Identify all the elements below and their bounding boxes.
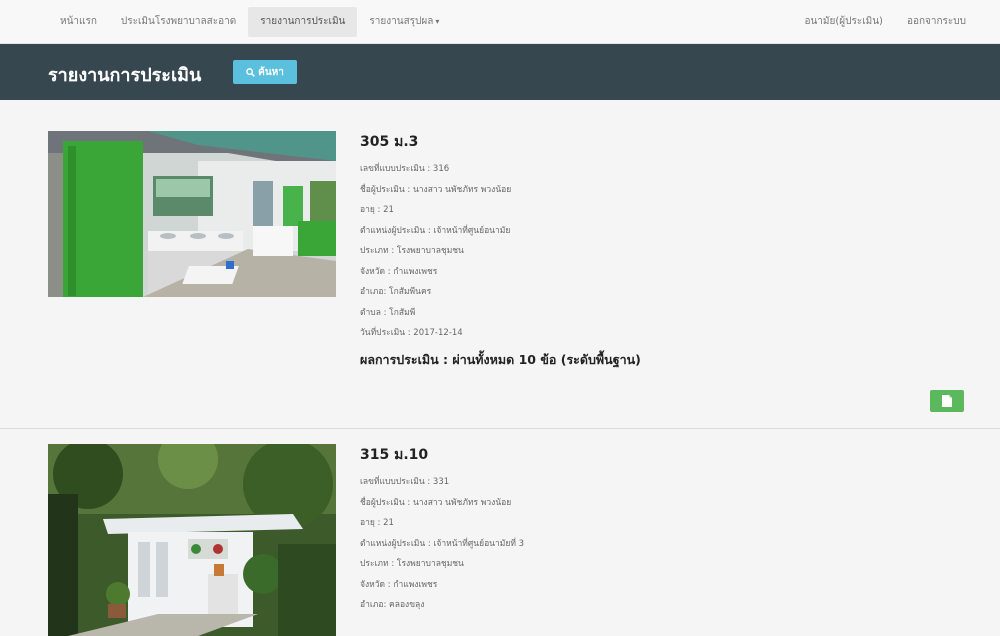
restroom-photo — [48, 444, 336, 636]
nav-summary-label: รายงานสรุปผล — [369, 16, 434, 27]
assessor-position: ตำแหน่งผู้ประเมิน : เจ้าหน้าที่ศูนย์อนาม… — [360, 538, 525, 549]
nav-home[interactable]: หน้าแรก — [48, 7, 109, 37]
nav-reports[interactable]: รายงานการประเมิน — [248, 7, 358, 37]
page-title: รายงานการประเมิน — [48, 65, 202, 86]
search-button-label: ค้นหา — [258, 66, 284, 78]
document-icon — [942, 395, 952, 407]
province: จังหวัด : กำแพงเพชร — [360, 266, 438, 277]
nav-left-group: หน้าแรก ประเมินโรงพยาบาลสะอาด รายงานการป… — [48, 0, 451, 44]
nav-assess[interactable]: ประเมินโรงพยาบาลสะอาด — [109, 7, 248, 37]
report-card: 315 ม.10 เลขที่แบบประเมิน : 331 ชื่อผู้ป… — [0, 429, 1000, 636]
province: จังหวัด : กำแพงเพชร — [360, 579, 438, 590]
assessor-position: ตำแหน่งผู้ประเมิน : เจ้าหน้าที่ศูนย์อนาม… — [360, 225, 511, 236]
facility-type: ประเภท : โรงพยาบาลชุมชน — [360, 559, 464, 569]
assessment-result: ผลการประเมิน : ผ่านทั้งหมด 10 ข้อ (ระดับ… — [360, 351, 641, 367]
district: อำเภอ: คลองขลุง — [360, 600, 425, 610]
search-icon — [246, 67, 255, 77]
top-navbar: หน้าแรก ประเมินโรงพยาบาลสะอาด รายงานการป… — [0, 0, 1000, 44]
page-header: รายงานการประเมิน ค้นหา — [0, 44, 1000, 100]
assessor-name: ชื่อผู้ประเมิน : นางสาว นพัชภัทร พวงน้อย — [360, 497, 512, 508]
assessor-age: อายุ : 21 — [360, 518, 394, 528]
assessor-name: ชื่อผู้ประเมิน : นางสาว นพัชภัทร พวงน้อย — [360, 184, 512, 195]
subdistrict: ตำบล : โกสัมพี — [360, 307, 416, 318]
nav-right-group: อนามัย(ผู้ประเมิน) ออกจากระบบ — [792, 0, 978, 44]
report-card: 305 ม.3 เลขที่แบบประเมิน : 316 ชื่อผู้ปร… — [0, 100, 1000, 428]
report-list: 305 ม.3 เลขที่แบบประเมิน : 316 ชื่อผู้ปร… — [0, 100, 1000, 636]
view-document-button[interactable] — [930, 390, 964, 412]
report-info: 315 ม.10 เลขที่แบบประเมิน : 331 ชื่อผู้ป… — [360, 444, 524, 616]
facility-type: ประเภท : โรงพยาบาลชุมชน — [360, 246, 464, 256]
nav-user[interactable]: อนามัย(ผู้ประเมิน) — [792, 7, 895, 37]
report-info: 305 ม.3 เลขที่แบบประเมิน : 316 ชื่อผู้ปร… — [360, 131, 641, 370]
restroom-photo — [48, 131, 336, 297]
caret-down-icon: ▾ — [435, 17, 440, 26]
nav-logout[interactable]: ออกจากระบบ — [895, 7, 978, 37]
search-button[interactable]: ค้นหา — [233, 60, 297, 84]
assessment-date: วันที่ประเมิน : 2017-12-14 — [360, 328, 463, 338]
form-number: เลขที่แบบประเมิน : 316 — [360, 164, 450, 174]
form-number: เลขที่แบบประเมิน : 331 — [360, 477, 450, 487]
district: อำเภอ: โกสัมพีนคร — [360, 287, 432, 297]
nav-summary-dropdown[interactable]: รายงานสรุปผล ▾ — [357, 7, 451, 37]
record-title: 305 ม.3 — [360, 134, 419, 150]
assessor-age: อายุ : 21 — [360, 205, 394, 215]
record-title: 315 ม.10 — [360, 447, 429, 463]
